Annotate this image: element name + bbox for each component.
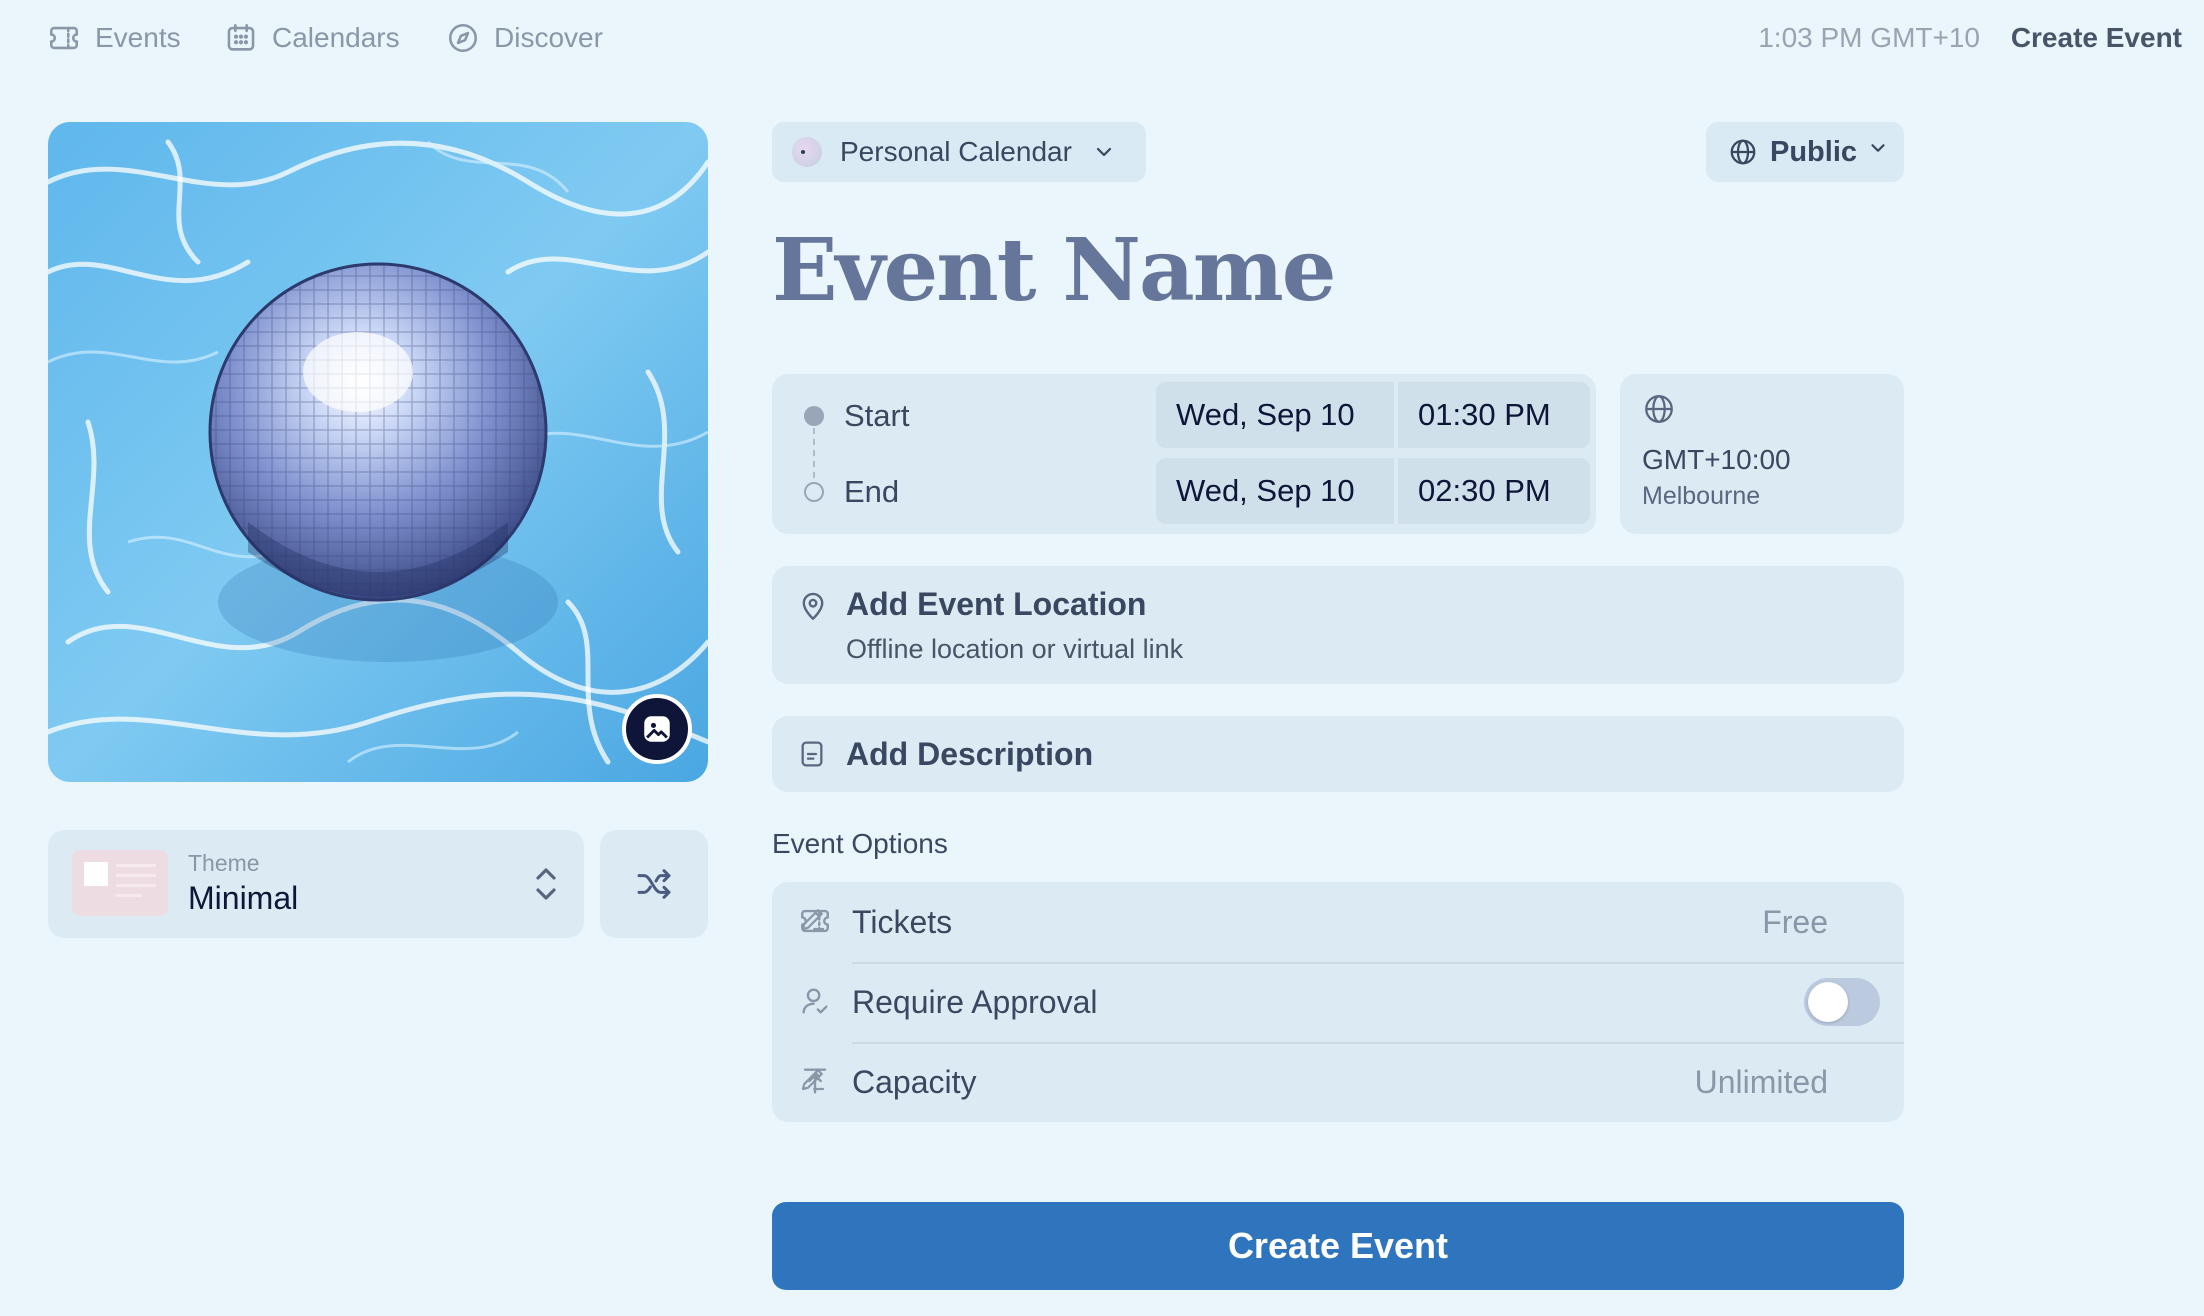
timeline-connector: [813, 428, 815, 478]
event-options-heading: Event Options: [772, 828, 948, 859]
require-approval-option: Require Approval: [772, 962, 1904, 1042]
ticket-icon: [47, 21, 81, 55]
calendar-select[interactable]: Personal Calendar: [772, 122, 1146, 182]
end-time-picker[interactable]: 02:30 PM: [1398, 458, 1590, 524]
pencil-icon[interactable]: [798, 904, 832, 938]
event-cover-image: [48, 122, 708, 782]
toggle-knob: [1808, 982, 1848, 1022]
disco-ball-pool-image: [48, 122, 708, 782]
capacity-option[interactable]: Capacity Unlimited: [772, 1042, 1904, 1122]
chevron-down-icon: [1867, 137, 1892, 167]
theme-label: Theme: [188, 850, 260, 876]
capacity-label: Capacity: [852, 1064, 977, 1100]
theme-thumbnail: [72, 850, 168, 916]
nav-discover-label: Discover: [494, 22, 603, 53]
visibility-label: Public: [1770, 135, 1858, 168]
user-check-icon: [798, 984, 832, 1018]
add-description-button[interactable]: Add Description: [772, 716, 1904, 792]
location-subtitle: Offline location or virtual link: [846, 634, 1184, 664]
end-date-picker[interactable]: Wed, Sep 10: [1156, 458, 1394, 524]
document-icon: [796, 736, 828, 772]
calendar-select-label: Personal Calendar: [840, 136, 1072, 167]
start-date-picker[interactable]: Wed, Sep 10: [1156, 382, 1394, 448]
current-time: 1:03 PM GMT+10: [1758, 22, 1980, 53]
end-dot-icon: [804, 482, 824, 502]
capacity-value: Unlimited: [1694, 1064, 1828, 1100]
pencil-icon[interactable]: [798, 1064, 832, 1098]
top-nav: Events Calendars Discover 1:03 PM GMT+10…: [0, 0, 2204, 76]
datetime-block: Start End Wed, Sep 10 01:30 PM Wed, Sep …: [772, 374, 1596, 534]
require-approval-toggle[interactable]: [1804, 978, 1880, 1026]
nav-events[interactable]: Events: [47, 20, 181, 56]
start-time-picker[interactable]: 01:30 PM: [1398, 382, 1590, 448]
event-options-panel: Tickets Free Require Approval Capacity U…: [772, 882, 1904, 1122]
nav-discover[interactable]: Discover: [446, 20, 603, 56]
map-pin-icon: [796, 588, 830, 624]
nav-create-event-link[interactable]: Create Event: [2011, 22, 2182, 54]
require-approval-label: Require Approval: [852, 984, 1098, 1020]
description-title: Add Description: [846, 736, 1094, 772]
timezone-offset: GMT+10:00: [1642, 444, 1791, 475]
compass-icon: [446, 21, 480, 55]
shuffle-icon: [634, 864, 674, 904]
nav-calendars-label: Calendars: [272, 22, 400, 53]
calendar-avatar: [792, 137, 822, 167]
nav-events-label: Events: [95, 22, 181, 53]
globe-icon: [1642, 392, 1676, 426]
start-dot-icon: [804, 406, 824, 426]
timezone-selector[interactable]: GMT+10:00 Melbourne: [1620, 374, 1904, 534]
location-title: Add Event Location: [846, 586, 1147, 622]
image-icon: [640, 712, 674, 746]
create-event-button[interactable]: Create Event: [772, 1202, 1904, 1290]
theme-value: Minimal: [188, 880, 299, 916]
tickets-label: Tickets: [852, 904, 953, 940]
chevron-down-icon: [1092, 140, 1116, 164]
shuffle-theme-button[interactable]: [600, 830, 708, 938]
globe-icon: [1728, 137, 1758, 167]
tickets-value: Free: [1762, 904, 1828, 940]
tickets-option[interactable]: Tickets Free: [772, 882, 1904, 962]
calendar-icon: [224, 21, 258, 55]
change-image-button[interactable]: [622, 694, 692, 764]
theme-selector[interactable]: Theme Minimal: [48, 830, 584, 938]
event-name-input[interactable]: Event Name: [772, 220, 1336, 321]
timezone-city: Melbourne: [1642, 482, 1761, 510]
add-location-button[interactable]: Add Event Location Offline location or v…: [772, 566, 1904, 684]
nav-calendars[interactable]: Calendars: [224, 20, 400, 56]
end-label: End: [844, 474, 900, 509]
chevron-up-down-icon: [532, 864, 560, 904]
start-label: Start: [844, 398, 910, 433]
visibility-select[interactable]: Public: [1706, 122, 1904, 182]
